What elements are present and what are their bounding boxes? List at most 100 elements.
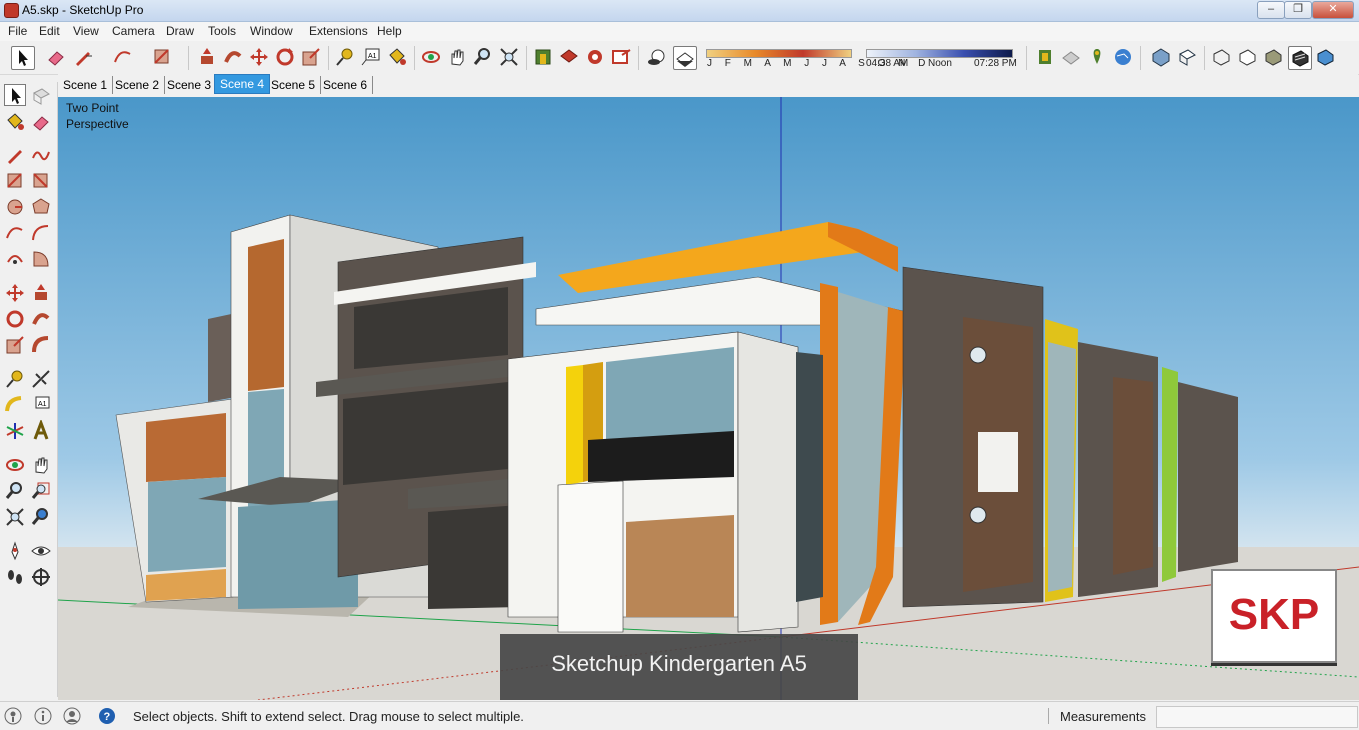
paint-bucket-tool-button[interactable] [386, 46, 408, 68]
scale-tool-button[interactable] [300, 46, 322, 68]
shaded-style-button[interactable] [1262, 46, 1284, 68]
palette-rectangle-button[interactable] [4, 170, 26, 192]
components-button[interactable] [584, 46, 606, 68]
tab-scene-1[interactable]: Scene 1 [58, 76, 114, 94]
palette-rotated-rectangle-button[interactable] [30, 170, 52, 192]
tab-scene-4[interactable]: Scene 4 [214, 74, 271, 94]
xray-style-button[interactable] [1034, 46, 1056, 68]
palette-axes-button[interactable] [4, 420, 26, 442]
palette-dimension-button[interactable] [30, 368, 52, 390]
palette-freehand-button[interactable] [30, 144, 52, 166]
palette-push-pull-button[interactable] [30, 282, 52, 304]
palette-follow-me-button[interactable] [30, 308, 52, 330]
minimize-button[interactable]: – [1257, 1, 1285, 19]
tab-scene-3[interactable]: Scene 3 [162, 76, 218, 94]
follow-me-tool-button[interactable] [222, 46, 244, 68]
geo-location-button[interactable] [1112, 46, 1134, 68]
polygon-icon [32, 198, 50, 214]
palette-make-component-button[interactable] [30, 85, 52, 107]
shadow-time-slider[interactable] [866, 49, 1013, 58]
palette-section-plane-button[interactable] [30, 566, 52, 588]
palette-tape-measure-button[interactable] [4, 368, 26, 390]
fog-toggle-button[interactable] [673, 46, 697, 70]
scene-tab-bar: Scene 1 Scene 2 Scene 3 Scene 4 Scene 5 … [58, 74, 1358, 96]
shadow-date-slider[interactable] [706, 49, 852, 58]
tab-scene-5[interactable]: Scene 5 [266, 76, 322, 94]
iso-view-button[interactable] [1150, 46, 1172, 68]
tab-scene-6[interactable]: Scene 6 [318, 76, 374, 94]
text-tool-button[interactable]: A1 [360, 46, 382, 68]
orbit-tool-button[interactable] [420, 46, 442, 68]
rotate-tool-button[interactable] [274, 46, 296, 68]
arc-tool-button[interactable] [112, 46, 134, 68]
instructor-toggle-button[interactable]: ? [98, 707, 116, 725]
push-pull-tool-button[interactable] [196, 46, 218, 68]
rectangle-tool-button[interactable] [151, 46, 173, 68]
palette-arc-button[interactable] [4, 222, 26, 244]
shaded-textures-style-button[interactable] [1288, 46, 1312, 70]
maximize-button[interactable]: ❐ [1284, 1, 1312, 19]
menu-camera[interactable]: Camera [112, 24, 155, 38]
extension-warehouse-button[interactable] [558, 46, 580, 68]
protractor-icon [5, 396, 22, 412]
menu-help[interactable]: Help [377, 24, 402, 38]
top-view-button[interactable] [1176, 46, 1198, 68]
zoom-tool-button[interactable] [472, 46, 494, 68]
palette-orbit-button[interactable] [4, 454, 26, 476]
eraser-tool-button[interactable] [45, 46, 67, 68]
palette-zoom-extents-button[interactable] [4, 506, 26, 528]
palette-scale-button[interactable] [4, 334, 26, 356]
select-tool-button[interactable] [11, 46, 35, 70]
tape-measure-tool-button[interactable] [334, 46, 356, 68]
measurements-input[interactable] [1156, 706, 1358, 728]
palette-polygon-button[interactable] [30, 196, 52, 218]
shadows-toggle-button[interactable] [646, 46, 668, 68]
palette-three-point-arc-button[interactable] [4, 248, 26, 270]
palette-pie-button[interactable] [30, 248, 52, 270]
text-icon: A1 [35, 396, 50, 409]
palette-paint-bucket-button[interactable] [4, 111, 26, 133]
pencil-tool-button[interactable] [72, 46, 94, 68]
close-button[interactable]: ✕ [1312, 1, 1354, 19]
hidden-line-style-button[interactable] [1236, 46, 1258, 68]
credits-status-button[interactable] [34, 707, 52, 725]
palette-position-camera-button[interactable] [4, 540, 26, 562]
menu-draw[interactable]: Draw [166, 24, 194, 38]
palette-zoom-button[interactable] [4, 480, 26, 502]
geo-location-status-button[interactable] [4, 707, 22, 725]
palette-look-around-button[interactable] [30, 540, 52, 562]
palette-zoom-window-button[interactable] [30, 480, 52, 502]
menu-edit[interactable]: Edit [39, 24, 60, 38]
move-tool-button[interactable] [248, 46, 270, 68]
palette-offset-button[interactable] [30, 334, 52, 356]
palette-3d-text-button[interactable] [30, 418, 52, 442]
palette-two-point-arc-button[interactable] [30, 222, 52, 244]
palette-pan-button[interactable] [30, 454, 52, 476]
menu-file[interactable]: File [8, 24, 27, 38]
send-to-layout-button[interactable] [610, 46, 632, 68]
palette-line-button[interactable] [4, 144, 26, 166]
menu-extensions[interactable]: Extensions [309, 24, 368, 38]
menu-window[interactable]: Window [250, 24, 293, 38]
palette-select-button[interactable] [4, 84, 26, 106]
menu-tools[interactable]: Tools [208, 24, 236, 38]
pan-tool-button[interactable] [446, 46, 468, 68]
add-location-button[interactable] [1086, 46, 1108, 68]
palette-eraser-button[interactable] [30, 111, 52, 133]
palette-previous-view-button[interactable] [30, 506, 52, 528]
palette-protractor-button[interactable] [4, 394, 26, 416]
palette-circle-button[interactable] [4, 196, 26, 218]
zoom-extents-tool-button[interactable] [498, 46, 520, 68]
palette-rotate-button[interactable] [4, 308, 26, 330]
tab-scene-2[interactable]: Scene 2 [110, 76, 166, 94]
back-edges-style-button[interactable] [1060, 46, 1082, 68]
model-viewport[interactable]: Two Point Perspective Sketchup Kindergar… [58, 97, 1359, 700]
palette-walk-button[interactable] [4, 566, 26, 588]
warehouse-button[interactable] [532, 46, 554, 68]
palette-move-button[interactable] [4, 282, 26, 304]
sign-in-status-button[interactable] [63, 707, 81, 725]
palette-text-button[interactable]: A1 [30, 394, 52, 416]
wireframe-style-button[interactable] [1210, 46, 1232, 68]
monochrome-style-button[interactable] [1314, 46, 1336, 68]
menu-view[interactable]: View [73, 24, 99, 38]
